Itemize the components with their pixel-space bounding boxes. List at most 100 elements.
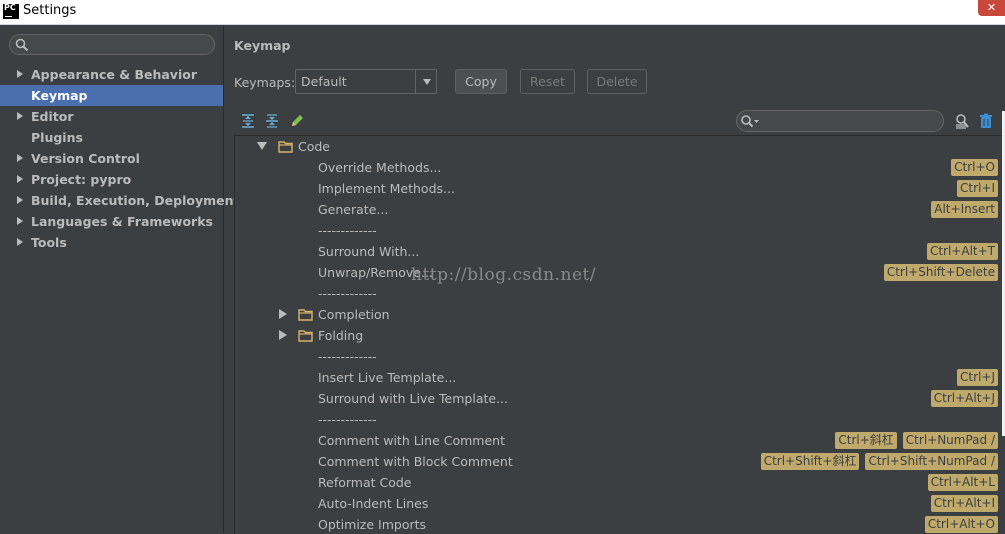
tree-row-label: Surround With...	[318, 244, 420, 259]
sidebar-item-editor[interactable]: Editor	[0, 106, 223, 127]
close-window-button[interactable]: ✕	[978, 0, 1005, 16]
tree-action-row[interactable]: Comment with Block Comment Ctrl+Shift+斜杠 C…	[235, 451, 1005, 472]
expand-arrow-icon[interactable]	[17, 70, 23, 78]
reset-button[interactable]: Reset	[520, 69, 575, 94]
sidebar-item-plugins[interactable]: Plugins	[0, 127, 223, 148]
shortcut-badge: Ctrl+J	[957, 369, 998, 386]
tree-folder[interactable]: Folding	[235, 325, 1005, 346]
shortcut-badge: Ctrl+Alt+T	[926, 243, 998, 260]
tree-row-label: Auto-Indent Lines	[318, 496, 429, 511]
tree-row-label: -------------	[318, 286, 377, 301]
settings-sidebar: Appearance & Behavior Keymap Editor Plugins…	[0, 25, 239, 533]
tree-row-label: Implement Methods...	[318, 181, 455, 196]
shortcut-badge: Ctrl+Alt+L	[927, 474, 998, 491]
keymap-filter-input[interactable]	[736, 110, 944, 132]
folder-icon	[298, 309, 313, 321]
tree-action-row[interactable]: Implement Methods... Ctrl+I	[235, 178, 1005, 199]
sidebar-item-label: Version Control	[31, 151, 140, 166]
sidebar-item-tools[interactable]: Tools	[0, 232, 223, 253]
sidebar-item-label: Tools	[31, 235, 67, 250]
shortcut-badge: Ctrl+Shift+斜杠	[760, 453, 860, 470]
find-by-shortcut-icon[interactable]	[953, 113, 971, 131]
shortcut-badge: Ctrl+斜杠	[835, 432, 897, 449]
expand-arrow-icon[interactable]	[279, 309, 287, 319]
keymap-panel: Keymap Keymaps: Default Copy Reset Delet…	[224, 25, 1005, 534]
shortcut-list: Ctrl+J	[957, 369, 998, 386]
tree-action-row[interactable]: Unwrap/Remove... Ctrl+Shift+Delete	[235, 262, 1005, 283]
folder-icon	[298, 330, 313, 342]
tree-row-label: Optimize Imports	[318, 517, 427, 532]
shortcut-badge: Ctrl+NumPad /	[902, 432, 998, 449]
tree-action-row[interactable]: Comment with Line Comment Ctrl+斜杠 Ctrl+Num…	[235, 430, 1005, 451]
shortcut-list: Ctrl+Alt+L	[927, 474, 998, 491]
keymap-select[interactable]: Default	[295, 69, 437, 94]
tree-action-row[interactable]: Auto-Indent Lines Ctrl+Alt+I	[235, 493, 1005, 514]
edit-icon[interactable]	[289, 113, 305, 129]
tree-separator: -------------	[235, 220, 1005, 241]
expand-all-icon[interactable]	[240, 113, 256, 129]
tree-row-label: Folding	[318, 328, 364, 343]
expand-arrow-icon[interactable]	[17, 175, 23, 183]
tree-action-row[interactable]: Surround with Live Template... Ctrl+Alt+J	[235, 388, 1005, 409]
shortcut-badge: Ctrl+Shift+NumPad /	[865, 453, 998, 470]
collapse-all-icon[interactable]	[264, 113, 280, 129]
expand-arrow-icon[interactable]	[17, 217, 23, 225]
tree-row-label: -------------	[318, 349, 377, 364]
shortcut-badge: Ctrl+I	[957, 180, 998, 197]
keymaps-label: Keymaps:	[234, 75, 296, 90]
tree-action-row[interactable]: Generate... Alt+Insert	[235, 199, 1005, 220]
tree-row-label: Comment with Line Comment	[318, 433, 505, 448]
tree-folder[interactable]: Completion	[235, 304, 1005, 325]
shortcut-badge: Alt+Insert	[931, 201, 998, 218]
tree-row-label: -------------	[318, 223, 377, 238]
delete-button[interactable]: Delete	[587, 69, 647, 94]
title-bar: PC Settings ✕	[0, 0, 1005, 25]
shortcut-list: Ctrl+斜杠 Ctrl+NumPad /	[835, 432, 998, 449]
shortcut-list: Ctrl+I	[957, 180, 998, 197]
search-icon	[15, 38, 29, 52]
tree-row-label: Insert Live Template...	[318, 370, 457, 385]
tree-action-row[interactable]: Surround With... Ctrl+Alt+T	[235, 241, 1005, 262]
shortcut-list: Ctrl+Shift+Delete	[883, 264, 998, 281]
shortcut-badge: Ctrl+Shift+Delete	[883, 264, 998, 281]
keymap-tree: Code Override Methods... Ctrl+O Implement M…	[234, 135, 1005, 534]
search-with-dropdown-icon[interactable]	[740, 114, 760, 128]
sidebar-item-languages-frameworks[interactable]: Languages & Frameworks	[0, 211, 223, 232]
sidebar-item-label: Appearance & Behavior	[31, 67, 197, 82]
sidebar-item-project-pypro[interactable]: Project: pypro	[0, 169, 223, 190]
shortcut-badge: Ctrl+Alt+J	[930, 390, 998, 407]
expand-arrow-icon[interactable]	[17, 196, 23, 204]
tree-action-row[interactable]: Optimize Imports Ctrl+Alt+O	[235, 514, 1005, 534]
sidebar-item-keymap[interactable]: Keymap	[0, 85, 223, 106]
sidebar-item-appearance-behavior[interactable]: Appearance & Behavior	[0, 64, 223, 85]
shortcut-list: Ctrl+Alt+J	[930, 390, 998, 407]
sidebar-search-input[interactable]	[9, 34, 215, 55]
shortcut-badge: Ctrl+Alt+O	[924, 516, 998, 533]
tree-action-row[interactable]: Override Methods... Ctrl+O	[235, 157, 1005, 178]
sidebar-item-label: Plugins	[31, 130, 83, 145]
expand-arrow-icon[interactable]	[17, 154, 23, 162]
select-divider	[415, 70, 416, 93]
expand-arrow-icon[interactable]	[17, 112, 23, 120]
sidebar-item-build-execution-deployment[interactable]: Build, Execution, Deployment	[0, 190, 239, 211]
shortcut-list: Ctrl+Alt+I	[930, 495, 998, 512]
copy-button[interactable]: Copy	[455, 69, 507, 94]
page-title: Keymap	[234, 38, 291, 53]
settings-nav: Appearance & Behavior Keymap Editor Plugins…	[0, 64, 239, 253]
shortcut-badge: Ctrl+Alt+I	[930, 495, 998, 512]
tree-folder-code[interactable]: Code	[235, 136, 1005, 157]
sidebar-item-label: Languages & Frameworks	[31, 214, 213, 229]
tree-separator: -------------	[235, 346, 1005, 367]
tree-separator: -------------	[235, 409, 1005, 430]
clear-filter-icon[interactable]	[978, 113, 994, 129]
expand-arrow-icon[interactable]	[17, 238, 23, 246]
window-title: Settings	[23, 3, 77, 18]
tree-row-label: Override Methods...	[318, 160, 442, 175]
sidebar-item-version-control[interactable]: Version Control	[0, 148, 223, 169]
tree-row-label: -------------	[318, 412, 377, 427]
tree-action-row[interactable]: Insert Live Template... Ctrl+J	[235, 367, 1005, 388]
tree-action-row[interactable]: Reformat Code Ctrl+Alt+L	[235, 472, 1005, 493]
collapse-arrow-icon[interactable]	[257, 142, 267, 150]
expand-arrow-icon[interactable]	[279, 330, 287, 340]
tree-separator: -------------	[235, 283, 1005, 304]
